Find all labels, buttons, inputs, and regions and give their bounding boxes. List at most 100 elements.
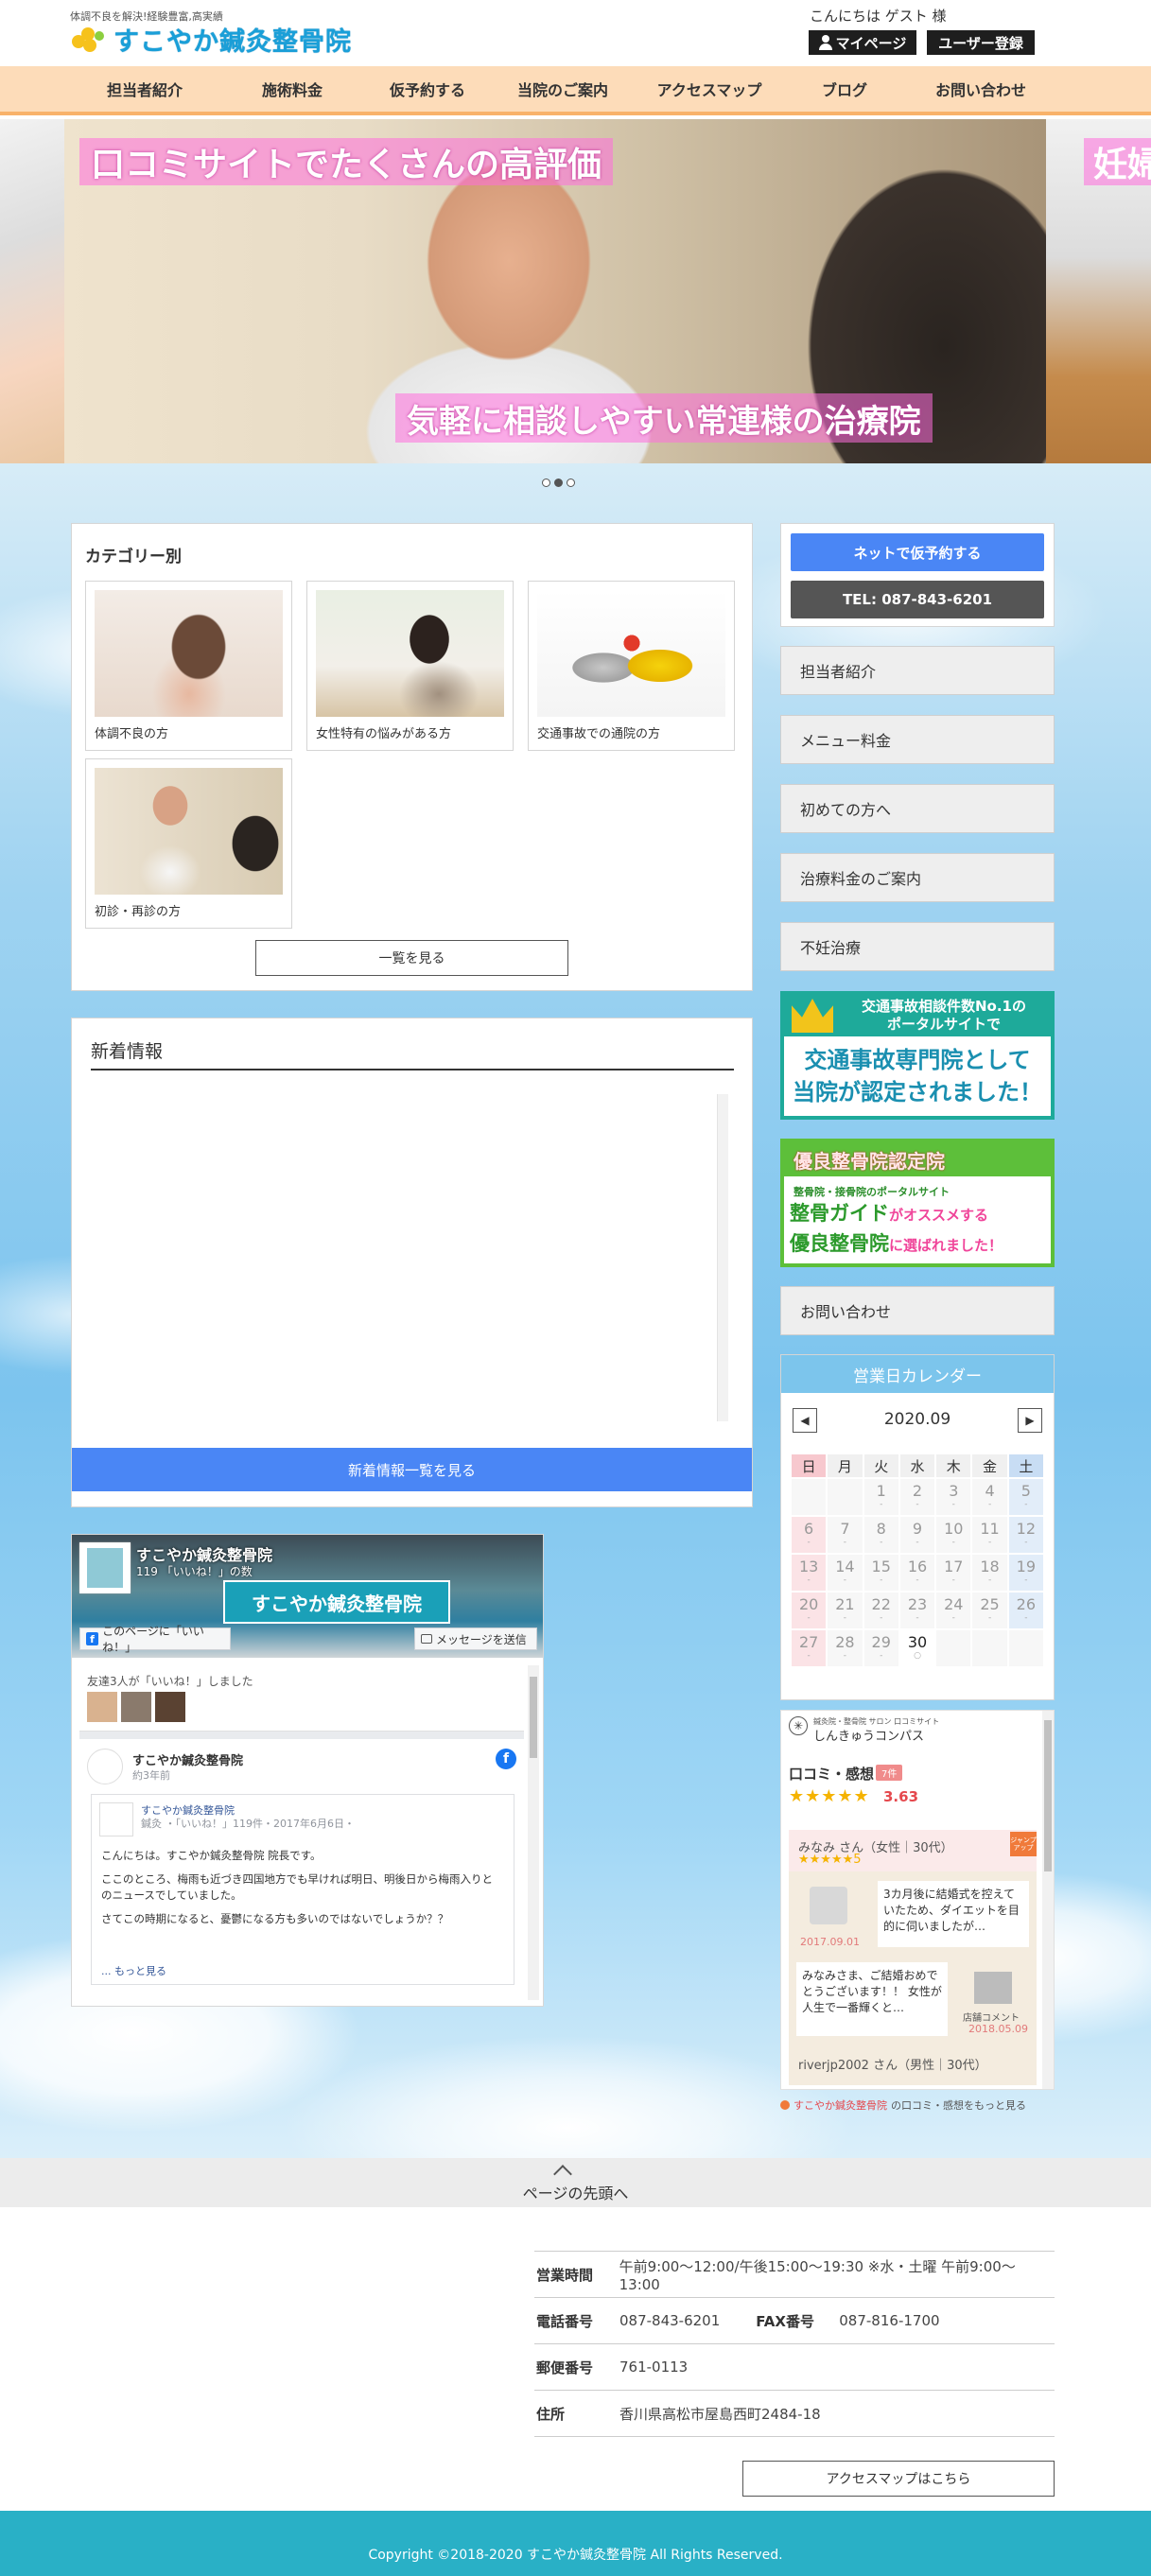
slider-dots — [542, 479, 575, 487]
calendar-day: 13- — [791, 1554, 828, 1592]
news-panel: 新着情報 新着情報一覧を見る — [71, 1018, 753, 1507]
review-site-name[interactable]: しんきゅうコンパス — [813, 1726, 924, 1744]
message-button-label: メッセージを送信 — [436, 1632, 527, 1646]
category-card[interactable]: 女性特有の悩みがある方 — [306, 581, 514, 751]
jump-up-badge: ジャンプアップ — [1010, 1832, 1037, 1856]
tel-button[interactable]: TEL: 087-843-6201 — [791, 581, 1044, 618]
calendar-day-mark: ○ — [914, 1651, 921, 1661]
sidebar-link-contact[interactable]: お問い合わせ — [780, 1286, 1055, 1335]
info-value: 午前9:00〜12:00/午後15:00〜19:30 ※水・土曜 午前9:00〜… — [619, 2257, 1016, 2293]
nav-item-reservation[interactable]: 仮予約する — [365, 66, 490, 112]
nav-item-staff[interactable]: 担当者紹介 — [70, 66, 219, 112]
calendar-day-number: 23 — [907, 1595, 928, 1613]
like-button-label: このページに「いいね！」 — [102, 1625, 204, 1654]
nav-item-pricing[interactable]: 施術料金 — [219, 66, 365, 112]
post-paragraph: こんにちは。すこやか鍼灸整骨院 院長です。 — [101, 1849, 322, 1862]
calendar-day-mark: - — [916, 1613, 919, 1623]
calendar-day-mark: - — [1024, 1538, 1028, 1547]
review-more-link[interactable]: すこやか鍼灸整骨院 の口コミ・感想をもっと見る — [780, 2097, 1026, 2113]
category-label: 初診・再診の方 — [95, 905, 182, 919]
calendar-day-mark: - — [807, 1538, 811, 1547]
calendar-empty-cell — [1007, 1629, 1044, 1667]
friend-avatar[interactable] — [155, 1692, 185, 1722]
reviewer-avatar-icon — [810, 1887, 847, 1924]
category-card[interactable]: 交通事故での通院の方 — [528, 581, 735, 751]
category-more-button[interactable]: 一覧を見る — [255, 940, 568, 976]
friend-avatar[interactable] — [121, 1692, 151, 1722]
banner2-recommend: がオススメする — [889, 1207, 989, 1224]
facebook-logo-icon[interactable]: f — [496, 1749, 516, 1769]
nav-item-blog[interactable]: ブログ — [783, 66, 906, 112]
post-avatar[interactable] — [87, 1749, 123, 1784]
traffic-accident-banner[interactable]: 交通事故相談件数No.1の ポータルサイトで 交通事故専門院として 当院が認定さ… — [780, 991, 1055, 1120]
calendar-day-number: 6 — [804, 1520, 814, 1538]
calendar-day: 8- — [863, 1516, 899, 1554]
category-card[interactable]: 初診・再診の方 — [85, 758, 292, 929]
calendar-next-button[interactable]: ▶ — [1018, 1408, 1042, 1433]
nav-item-access[interactable]: アクセスマップ — [636, 66, 783, 112]
news-scrollbar[interactable] — [717, 1094, 728, 1421]
post-time[interactable]: 約3年前 — [132, 1767, 170, 1783]
review-text: 3カ月後に結婚式を控えていたため、ダイエットを目的に伺いましたが… — [878, 1881, 1029, 1947]
calendar-weekday: 木 — [935, 1453, 972, 1478]
certified-clinic-banner[interactable]: 優良整骨院認定院 整骨院・接骨院のポータルサイト 整骨ガイドがオススメする 優良… — [780, 1139, 1055, 1267]
review-scrollbar[interactable] — [1042, 1711, 1054, 2089]
shared-post-avatar[interactable] — [99, 1802, 133, 1836]
mypage-button[interactable]: マイページ — [809, 30, 916, 55]
facebook-message-button[interactable]: メッセージを送信 — [414, 1627, 537, 1650]
facebook-like-button[interactable]: f このページに「いいね！」 — [79, 1625, 231, 1654]
calendar-day: 5- — [1007, 1478, 1044, 1516]
nav-item-contact[interactable]: お問い合わせ — [906, 66, 1055, 112]
slider-dot[interactable] — [542, 479, 550, 487]
access-map-button[interactable]: アクセスマップはこちら — [742, 2461, 1055, 2497]
hero-slider[interactable]: 口コミサイトでたくさんの高評価 気軽に相談しやすい常連様の治療院 妊婦 — [0, 119, 1151, 463]
page-top-button[interactable]: ページの先頭へ — [0, 2158, 1151, 2207]
info-value[interactable]: 087-843-6201 — [619, 2312, 720, 2329]
online-reserve-button[interactable]: ネットで仮予約する — [791, 533, 1044, 571]
calendar-day-mark: - — [880, 1651, 883, 1661]
category-card[interactable]: 体調不良の方 — [85, 581, 292, 751]
sidebar-link-infertility[interactable]: 不妊治療 — [780, 922, 1055, 971]
calendar-day-number: 15 — [871, 1558, 891, 1575]
shared-post: すこやか鍼灸整骨院 鍼灸 ・「いいね！」119件・2017年6月6日・ こんにち… — [91, 1794, 514, 1985]
calendar-day-number: 7 — [840, 1520, 850, 1538]
sidebar-link-staff[interactable]: 担当者紹介 — [780, 646, 1055, 695]
calendar-day: 4- — [971, 1478, 1008, 1516]
review-title: 口コミ・感想 — [789, 1766, 875, 1783]
slider-dot-active[interactable] — [554, 479, 563, 487]
facebook-page-avatar[interactable] — [79, 1542, 131, 1593]
logo-text: すこやか鍼灸整骨院 — [113, 27, 352, 57]
info-label: 住所 — [536, 2405, 566, 2423]
info-value: 761-0113 — [619, 2358, 689, 2376]
calendar-day-mark: - — [807, 1575, 811, 1585]
calendar-weekday: 火 — [863, 1453, 899, 1478]
facebook-page-widget: すこやか鍼灸整骨院 すこやか鍼灸整骨院 119 「いいね！」の数 f このページ… — [71, 1534, 544, 2007]
calendar-day-number: 4 — [985, 1482, 995, 1500]
calendar-day-number: 26 — [1016, 1595, 1037, 1613]
calendar-day-mark: - — [951, 1575, 955, 1585]
site-logo[interactable]: すこやか鍼灸整骨院 — [70, 21, 352, 58]
calendar-weekday: 土 — [1007, 1453, 1044, 1478]
info-row-address: 住所 香川県高松市屋島西町2484-18 — [534, 2391, 1055, 2437]
facebook-page-name[interactable]: すこやか鍼灸整骨院 — [136, 1542, 272, 1565]
calendar-day-mark: - — [807, 1651, 811, 1661]
nav-item-guide[interactable]: 当院のご案内 — [490, 66, 636, 112]
review-user-stars: ★★★★★5 — [798, 1853, 862, 1867]
review-count-badge: 7件 — [876, 1765, 903, 1781]
facebook-like-count: 119 「いいね！」の数 — [136, 1565, 253, 1578]
see-more-link[interactable]: ... もっと見る — [101, 1963, 166, 1978]
sidebar-link-menu[interactable]: メニュー料金 — [780, 715, 1055, 764]
calendar-day-number: 9 — [912, 1520, 923, 1538]
register-button[interactable]: ユーザー登録 — [927, 30, 1035, 55]
facebook-scrollbar[interactable] — [528, 1665, 539, 2000]
calendar-day: 10- — [935, 1516, 972, 1554]
calendar-day-mark: - — [1024, 1613, 1028, 1623]
friend-avatar[interactable] — [87, 1692, 117, 1722]
news-list-button[interactable]: 新着情報一覧を見る — [72, 1448, 752, 1491]
calendar-day-number: 30 — [907, 1633, 928, 1651]
slider-dot[interactable] — [567, 479, 575, 487]
post-author[interactable]: すこやか鍼灸整骨院 — [132, 1750, 243, 1768]
sidebar-link-first-time[interactable]: 初めての方へ — [780, 784, 1055, 833]
facebook-icon: f — [86, 1632, 99, 1645]
sidebar-link-fees[interactable]: 治療料金のご案内 — [780, 853, 1055, 902]
